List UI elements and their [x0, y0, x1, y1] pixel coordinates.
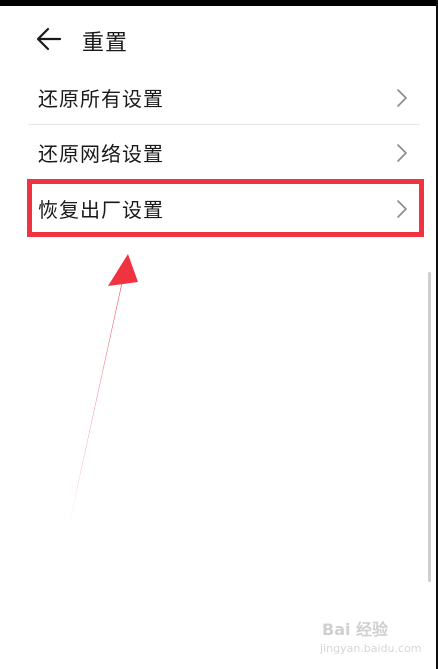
watermark-url: jingyan.baidu.com	[320, 642, 422, 655]
annotation-arrow-icon	[68, 254, 138, 530]
watermark-logo: Bai 经验	[322, 620, 389, 639]
scrollbar[interactable]	[428, 272, 431, 582]
